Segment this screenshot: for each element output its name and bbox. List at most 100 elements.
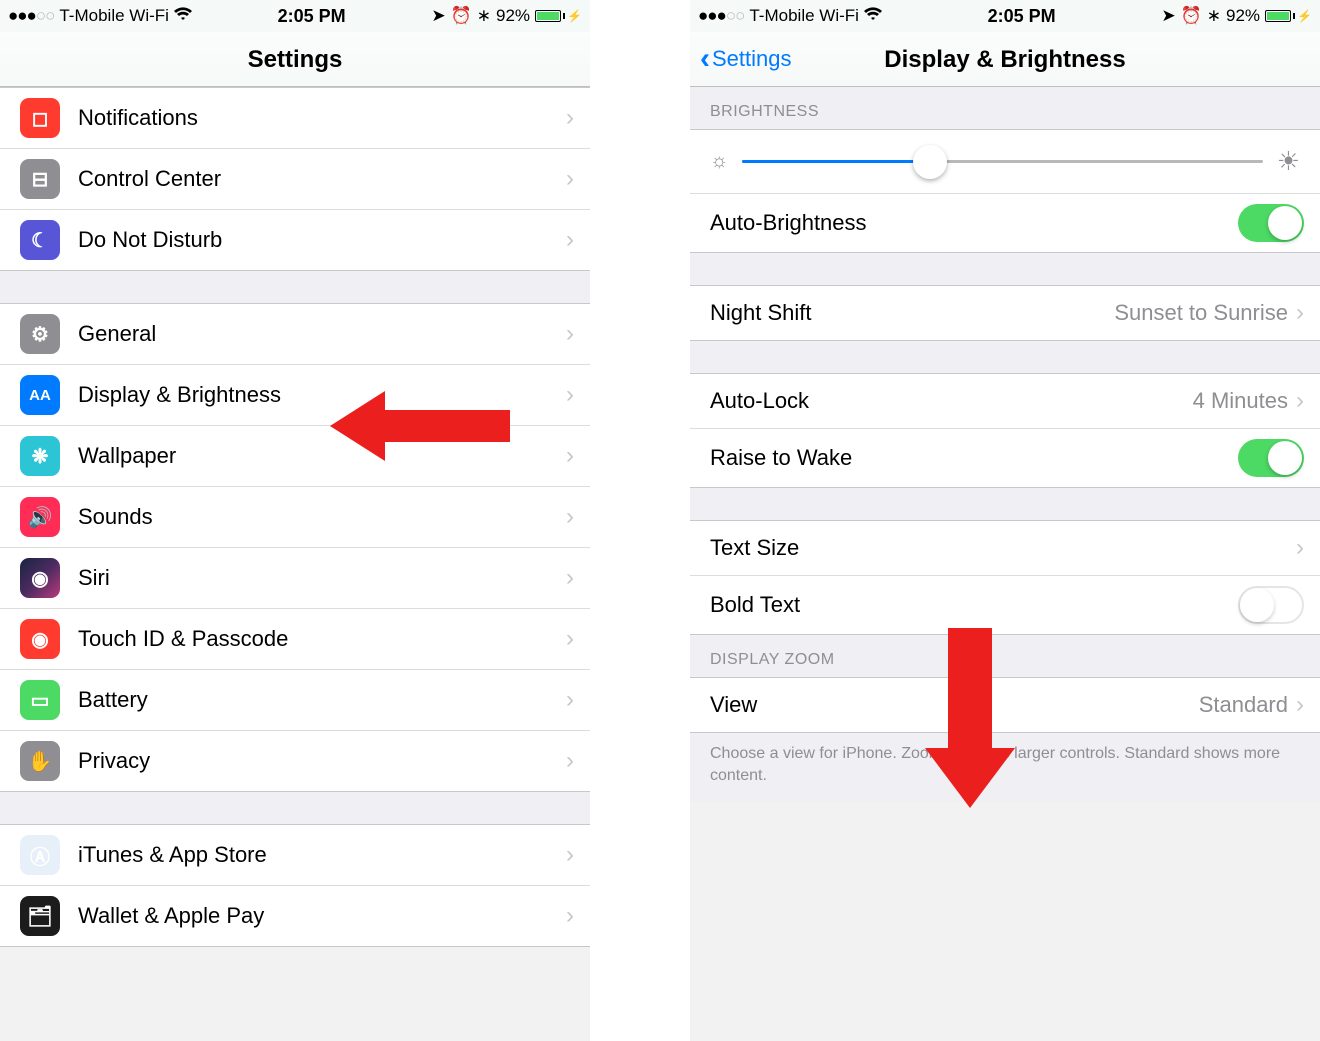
battery-icon: ▭: [20, 680, 60, 720]
brightness-low-icon: ☼: [710, 150, 728, 173]
chevron-right-icon: ›: [566, 442, 574, 470]
text-size-row[interactable]: Text Size ›: [690, 520, 1320, 576]
text-size-label: Text Size: [710, 535, 1296, 561]
brightness-header: BRIGHTNESS: [690, 87, 1320, 129]
brightness-high-icon: ☀: [1277, 146, 1300, 177]
view-detail: Standard: [1199, 692, 1288, 718]
back-button[interactable]: ‹ Settings: [700, 42, 792, 76]
bold-text-label: Bold Text: [710, 592, 1238, 618]
chevron-right-icon: ›: [566, 320, 574, 348]
settings-row-wallpaper[interactable]: ❋Wallpaper›: [0, 426, 590, 487]
settings-row-general[interactable]: ⚙General›: [0, 303, 590, 365]
settings-row-label: Notifications: [78, 105, 566, 131]
slider-fill: [742, 160, 929, 163]
settings-row-sounds[interactable]: 🔊 Sounds›: [0, 487, 590, 548]
brightness-slider[interactable]: [742, 160, 1262, 163]
carrier-label: T-Mobile Wi-Fi: [749, 6, 859, 26]
settings-row-battery[interactable]: ▭Battery›: [0, 670, 590, 731]
chevron助-right-icon: ›: [1296, 299, 1304, 327]
slider-thumb[interactable]: [913, 145, 947, 179]
display-brightness-screen: ●●●○○ T-Mobile Wi-Fi 2:05 PM ➤ ⏰ ∗ 92% ⚡…: [690, 0, 1320, 1041]
auto-brightness-row[interactable]: Auto-Brightness: [690, 194, 1320, 253]
view-row[interactable]: View Standard ›: [690, 677, 1320, 733]
settings-row-label: Battery: [78, 687, 566, 713]
wifi-icon: [864, 6, 882, 26]
text-size-icon: AA: [20, 375, 60, 415]
auto-lock-detail: 4 Minutes: [1193, 388, 1288, 414]
settings-row-privacy[interactable]: ✋ Privacy›: [0, 731, 590, 792]
chevron-right-icon: ›: [566, 841, 574, 869]
auto-brightness-switch[interactable]: [1238, 204, 1304, 242]
moon-icon: ☾: [20, 220, 60, 260]
settings-row-label: iTunes & App Store: [78, 842, 566, 868]
control-center-icon: ⊟: [20, 159, 60, 199]
auto-brightness-label: Auto-Brightness: [710, 210, 1238, 236]
chevron-right-icon: ›: [1296, 387, 1304, 415]
chevron-right-icon: ›: [566, 226, 574, 254]
location-icon: ➤: [1161, 6, 1175, 26]
status-bar: ●●●○○ T-Mobile Wi-Fi 2:05 PM ➤ ⏰ ∗ 92% ⚡: [690, 0, 1320, 32]
settings-row-siri[interactable]: ◉Siri›: [0, 548, 590, 609]
bold-text-switch[interactable]: [1238, 586, 1304, 624]
bold-text-row[interactable]: Bold Text: [690, 576, 1320, 635]
fingerprint-icon: ◉: [20, 619, 60, 659]
notifications-icon: ◻: [20, 98, 60, 138]
settings-row-label: Wallpaper: [78, 443, 566, 469]
settings-row-do-not-disturb[interactable]: ☾ Do Not Disturb›: [0, 210, 590, 271]
clock: 2:05 PM: [988, 6, 1056, 27]
page-title: Settings: [248, 46, 343, 73]
raise-to-wake-row[interactable]: Raise to Wake: [690, 429, 1320, 488]
settings-row-touchid[interactable]: ◉ Touch ID & Passcode›: [0, 609, 590, 670]
gear-icon: ⚙: [20, 314, 60, 354]
page-title: Display & Brightness: [884, 46, 1125, 73]
settings-row-wallet[interactable]: 🗂 Wallet & Apple Pay›: [0, 886, 590, 947]
clock: 2:05 PM: [278, 6, 346, 27]
view-label: View: [710, 692, 1199, 718]
hand-icon: ✋: [20, 741, 60, 781]
chevron-right-icon: ›: [1296, 691, 1304, 719]
chevron-right-icon: ›: [566, 503, 574, 531]
chevron-right-icon: ›: [566, 165, 574, 193]
app-store-icon: Ⓐ: [20, 835, 60, 875]
wallet-icon: 🗂: [20, 896, 60, 936]
alarm-icon: ⏰: [451, 6, 472, 26]
display-settings-list[interactable]: BRIGHTNESS ☼ ☀ Auto-Brightness Night Shi…: [690, 87, 1320, 802]
back-label: Settings: [712, 46, 792, 72]
chevron-right-icon: ›: [566, 747, 574, 775]
settings-row-itunes[interactable]: ⒶiTunes & App Store›: [0, 824, 590, 886]
brightness-slider-row: ☼ ☀: [690, 129, 1320, 194]
chevron-right-icon: ›: [566, 564, 574, 592]
auto-lock-row[interactable]: Auto-Lock 4 Minutes ›: [690, 373, 1320, 429]
carrier-label: T-Mobile Wi-Fi: [59, 6, 169, 26]
battery-icon: ⚡: [1265, 9, 1312, 23]
chevron-right-icon: ›: [566, 902, 574, 930]
chevron-right-icon: ›: [1296, 534, 1304, 562]
night-shift-detail: Sunset to Sunrise: [1114, 300, 1288, 326]
location-icon: ➤: [431, 6, 445, 26]
settings-row-control-center[interactable]: ⊟Control Center›: [0, 149, 590, 210]
night-shift-label: Night Shift: [710, 300, 1114, 326]
wifi-icon: [174, 6, 192, 26]
settings-row-label: Privacy: [78, 748, 566, 774]
bluetooth-icon: ∗: [477, 6, 491, 26]
settings-row-label: Touch ID & Passcode: [78, 626, 566, 652]
settings-row-label: Wallet & Apple Pay: [78, 903, 566, 929]
night-shift-row[interactable]: Night Shift Sunset to Sunrise ›: [690, 285, 1320, 341]
chevron-right-icon: ›: [566, 625, 574, 653]
display-zoom-footer: Choose a view for iPhone. Zoomed shows l…: [690, 733, 1320, 802]
chevron-right-icon: ›: [566, 104, 574, 132]
settings-row-label: Sounds: [78, 504, 566, 530]
raise-to-wake-switch[interactable]: [1238, 439, 1304, 477]
settings-row-label: Do Not Disturb: [78, 227, 566, 253]
sounds-icon: 🔊: [20, 497, 60, 537]
settings-row-display[interactable]: AADisplay & Brightness›: [0, 365, 590, 426]
status-bar: ●●●○○ T-Mobile Wi-Fi 2:05 PM ➤ ⏰ ∗ 92% ⚡: [0, 0, 590, 32]
settings-screen: ●●●○○ T-Mobile Wi-Fi 2:05 PM ➤ ⏰ ∗ 92% ⚡…: [0, 0, 590, 1041]
settings-row-notifications[interactable]: ◻ Notifications›: [0, 87, 590, 149]
alarm-icon: ⏰: [1181, 6, 1202, 26]
signal-dots-icon: ●●●○○: [8, 6, 54, 26]
nav-bar: Settings: [0, 32, 590, 87]
display-zoom-header: DISPLAY ZOOM: [690, 635, 1320, 677]
raise-to-wake-label: Raise to Wake: [710, 445, 1238, 471]
settings-list[interactable]: ◻Notifications›⊟Control Center›☾Do Not D…: [0, 87, 590, 947]
